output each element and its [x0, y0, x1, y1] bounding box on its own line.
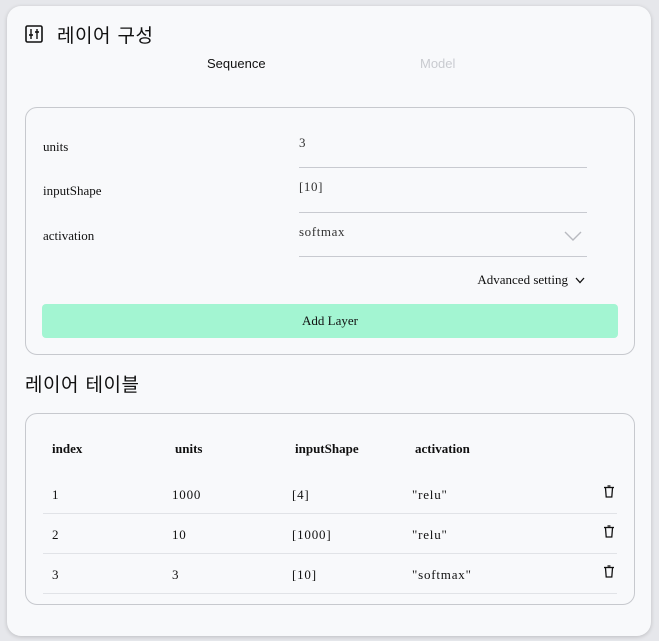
- cell-units: 1000: [172, 487, 202, 502]
- column-header-activation: activation: [415, 441, 470, 456]
- add-layer-button[interactable]: Add Layer: [42, 304, 618, 338]
- trash-icon[interactable]: [603, 485, 615, 498]
- chevron-down-icon: [575, 277, 585, 283]
- cell-activation: "softmax": [412, 567, 472, 582]
- input-shape-row: inputShape [10]: [26, 168, 634, 213]
- tab-bar: Sequence Model: [7, 56, 651, 76]
- layer-config-panel: 레이어 구성 Sequence Model units 3 inputShape…: [7, 6, 651, 636]
- activation-value: softmax: [299, 224, 346, 239]
- table-row: 2 10 [1000] "relu": [43, 514, 617, 554]
- table-row: 1 1000 [4] "relu": [43, 474, 617, 514]
- cell-index: 2: [52, 527, 60, 542]
- activation-row: activation softmax: [26, 213, 634, 257]
- input-shape-label: inputShape: [43, 183, 102, 198]
- column-header-units: units: [175, 441, 203, 456]
- input-shape-value: [10]: [299, 179, 324, 194]
- cell-input-shape: [1000]: [292, 527, 332, 542]
- column-header-index: index: [52, 441, 83, 456]
- table-row: 3 3 [10] "softmax": [43, 554, 617, 594]
- cell-units: 3: [172, 567, 180, 582]
- column-header-input-shape: inputShape: [295, 441, 359, 456]
- trash-icon[interactable]: [603, 565, 615, 578]
- cell-index: 1: [52, 487, 60, 502]
- tab-model[interactable]: Model: [420, 56, 455, 71]
- units-label: units: [43, 139, 69, 154]
- advanced-setting-label: Advanced setting: [477, 272, 568, 287]
- panel-header: 레이어 구성: [25, 22, 154, 47]
- units-input[interactable]: 3: [299, 124, 587, 168]
- input-shape-input[interactable]: [10]: [299, 168, 587, 213]
- cell-units: 10: [172, 527, 187, 542]
- advanced-setting-toggle[interactable]: Advanced setting: [477, 272, 585, 288]
- cell-input-shape: [10]: [292, 567, 317, 582]
- activation-label: activation: [43, 228, 95, 243]
- layer-table-title: 레이어 테이블: [25, 374, 140, 396]
- units-value: 3: [299, 135, 307, 150]
- layer-form-card: units 3 inputShape [10] activation softm…: [25, 107, 635, 355]
- tab-sequence[interactable]: Sequence: [207, 56, 266, 71]
- trash-icon[interactable]: [603, 525, 615, 538]
- cell-activation: "relu": [412, 487, 448, 502]
- activation-select[interactable]: softmax: [299, 213, 587, 257]
- units-row: units 3: [26, 124, 634, 168]
- cell-input-shape: [4]: [292, 487, 310, 502]
- layer-table-card: index units inputShape activation 1 1000…: [25, 413, 635, 605]
- chevron-down-icon: [564, 231, 582, 241]
- cell-index: 3: [52, 567, 60, 582]
- sliders-icon: [25, 25, 43, 43]
- cell-activation: "relu": [412, 527, 448, 542]
- page-title: 레이어 구성: [57, 24, 154, 47]
